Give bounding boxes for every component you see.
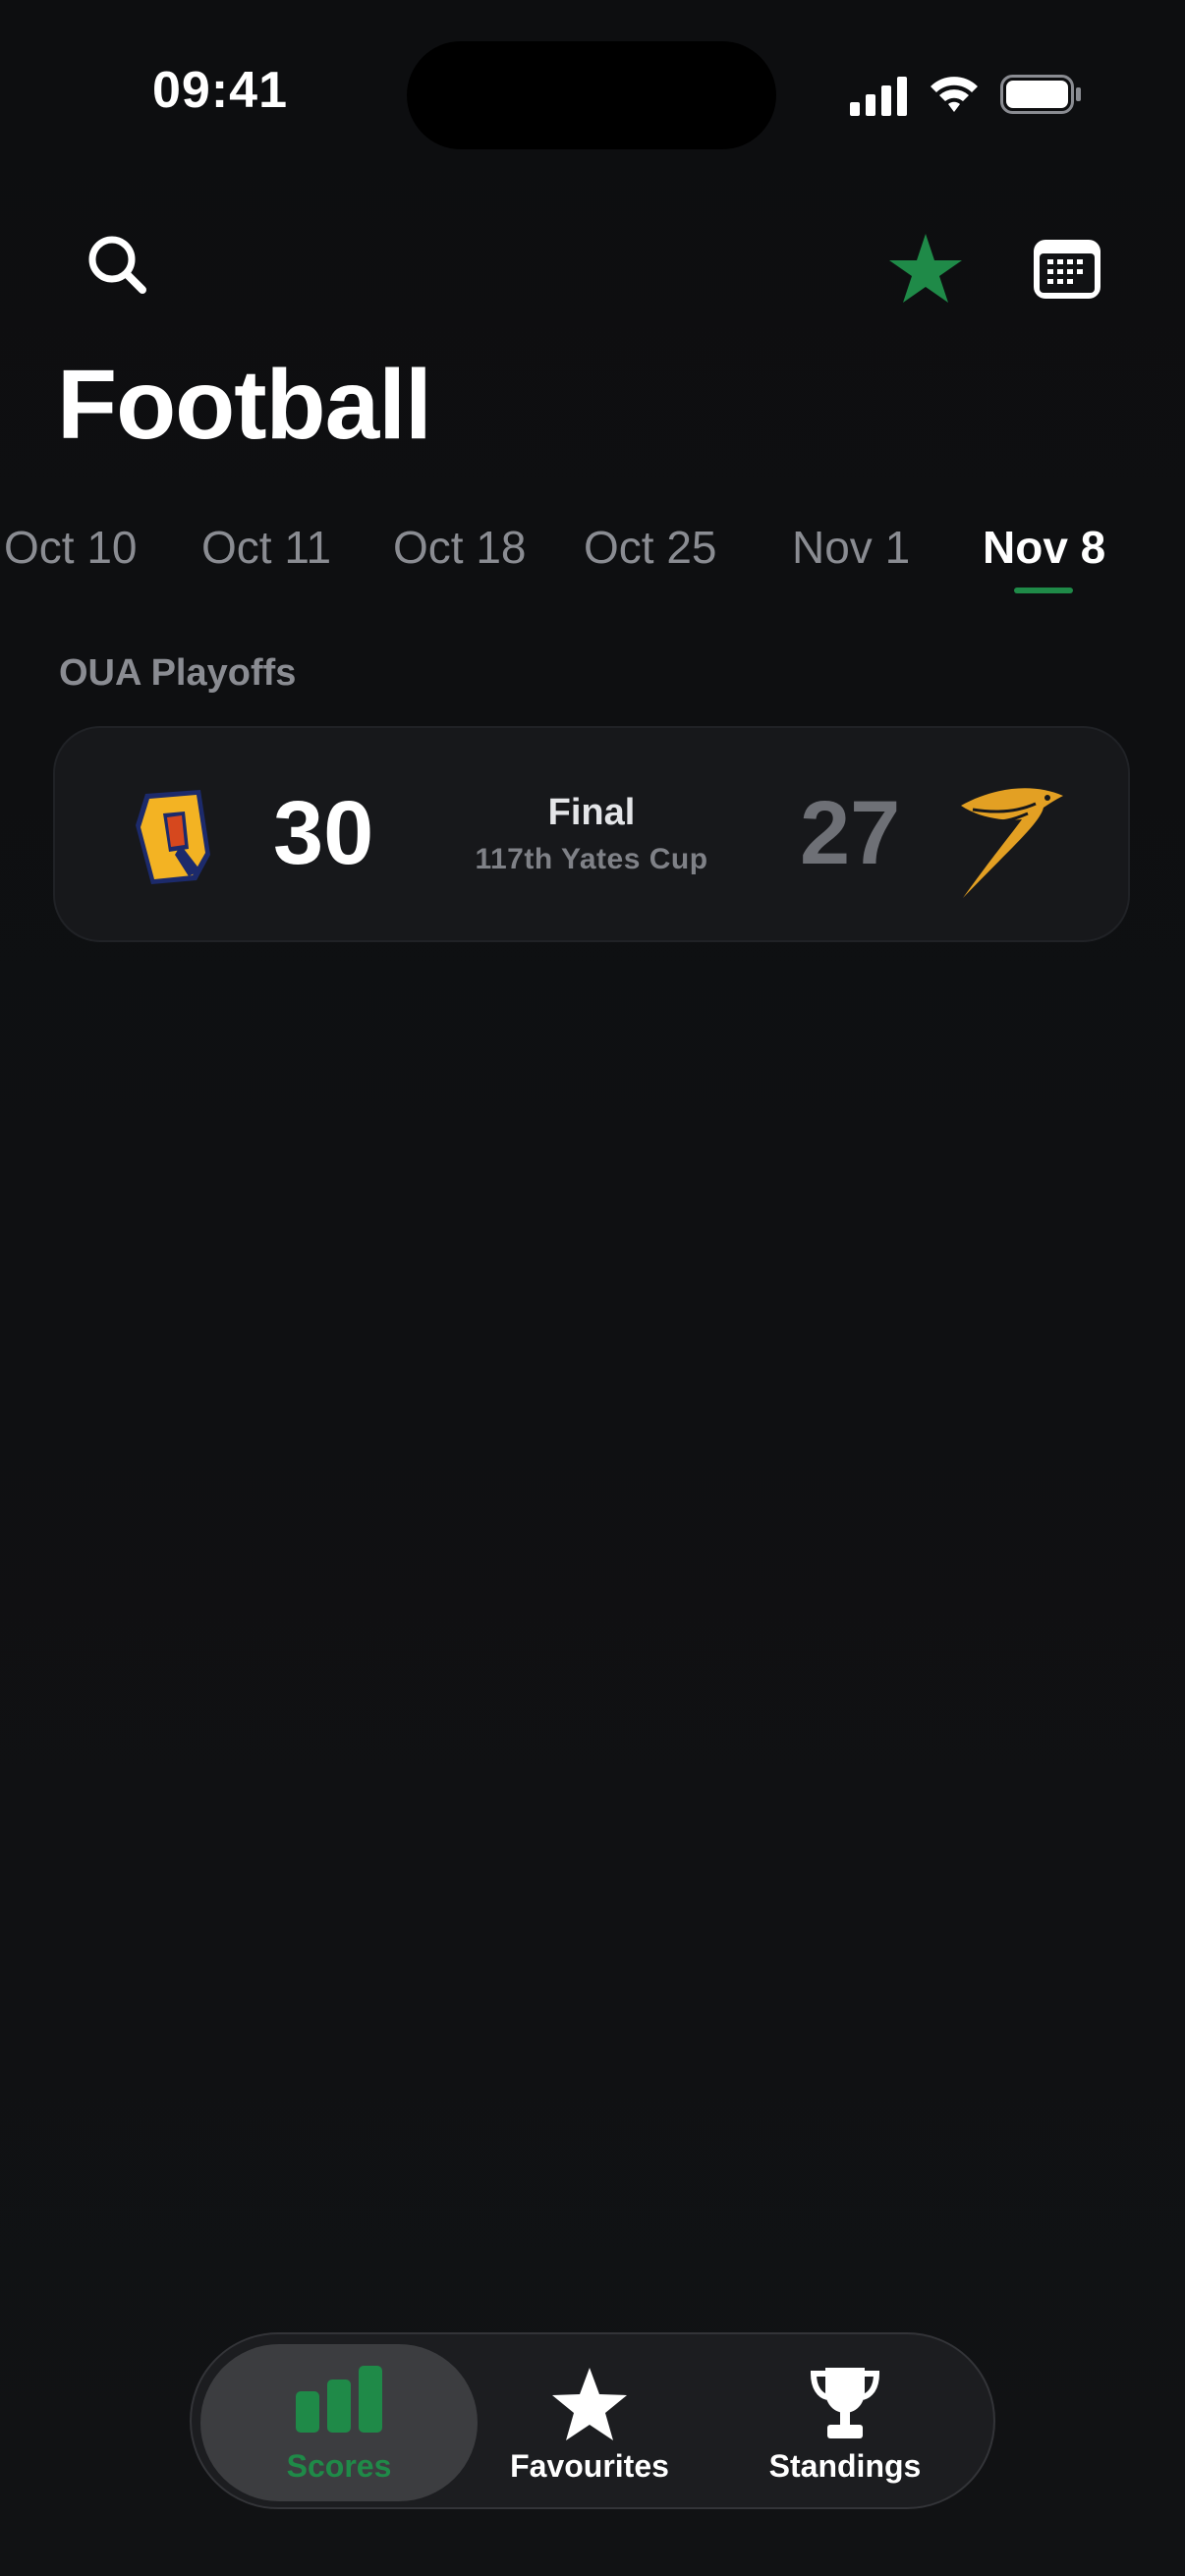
active-tab-indicator — [1014, 588, 1073, 593]
bar-chart-icon — [294, 2366, 384, 2439]
tab-nov-1[interactable]: Nov 1 — [792, 521, 910, 574]
nav-scores-label: Scores — [286, 2448, 392, 2484]
nav-standings-label: Standings — [768, 2448, 922, 2484]
golden-hawk-logo-icon — [953, 778, 1069, 903]
away-score: 27 — [800, 783, 901, 883]
tab-oct-11[interactable]: Oct 11 — [201, 521, 331, 574]
trophy-icon — [810, 2366, 880, 2447]
search-button[interactable] — [81, 228, 159, 307]
queens-q-logo-icon — [132, 786, 214, 893]
nav-favourites-label: Favourites — [510, 2448, 669, 2484]
tab-oct-18[interactable]: Oct 18 — [393, 521, 527, 574]
dynamic-island — [407, 41, 776, 149]
calendar-button[interactable] — [1030, 236, 1104, 303]
tab-oct-10[interactable]: Oct 10 — [4, 521, 138, 574]
tab-nov-8[interactable]: Nov 8 — [983, 521, 1105, 574]
nav-favourites[interactable]: Favourites — [491, 2344, 688, 2501]
nav-standings[interactable]: Standings — [747, 2344, 943, 2501]
wifi-icon — [929, 73, 980, 121]
calendar-icon — [1030, 240, 1104, 307]
battery-icon — [1000, 75, 1081, 119]
star-icon — [884, 234, 967, 310]
nav-scores[interactable]: Scores — [200, 2344, 478, 2501]
cellular-signal-icon — [850, 77, 907, 121]
game-subtitle: 117th Yates Cup — [475, 843, 708, 875]
search-icon — [81, 236, 159, 310]
section-header: OUA Playoffs — [59, 652, 297, 694]
game-status: Final — [547, 792, 636, 833]
tab-oct-25[interactable]: Oct 25 — [584, 521, 717, 574]
star-icon — [549, 2366, 630, 2447]
status-time: 09:41 — [152, 62, 288, 119]
favourites-filter-button[interactable] — [884, 228, 967, 307]
home-score: 30 — [273, 783, 374, 883]
page-title: Football — [57, 350, 432, 460]
